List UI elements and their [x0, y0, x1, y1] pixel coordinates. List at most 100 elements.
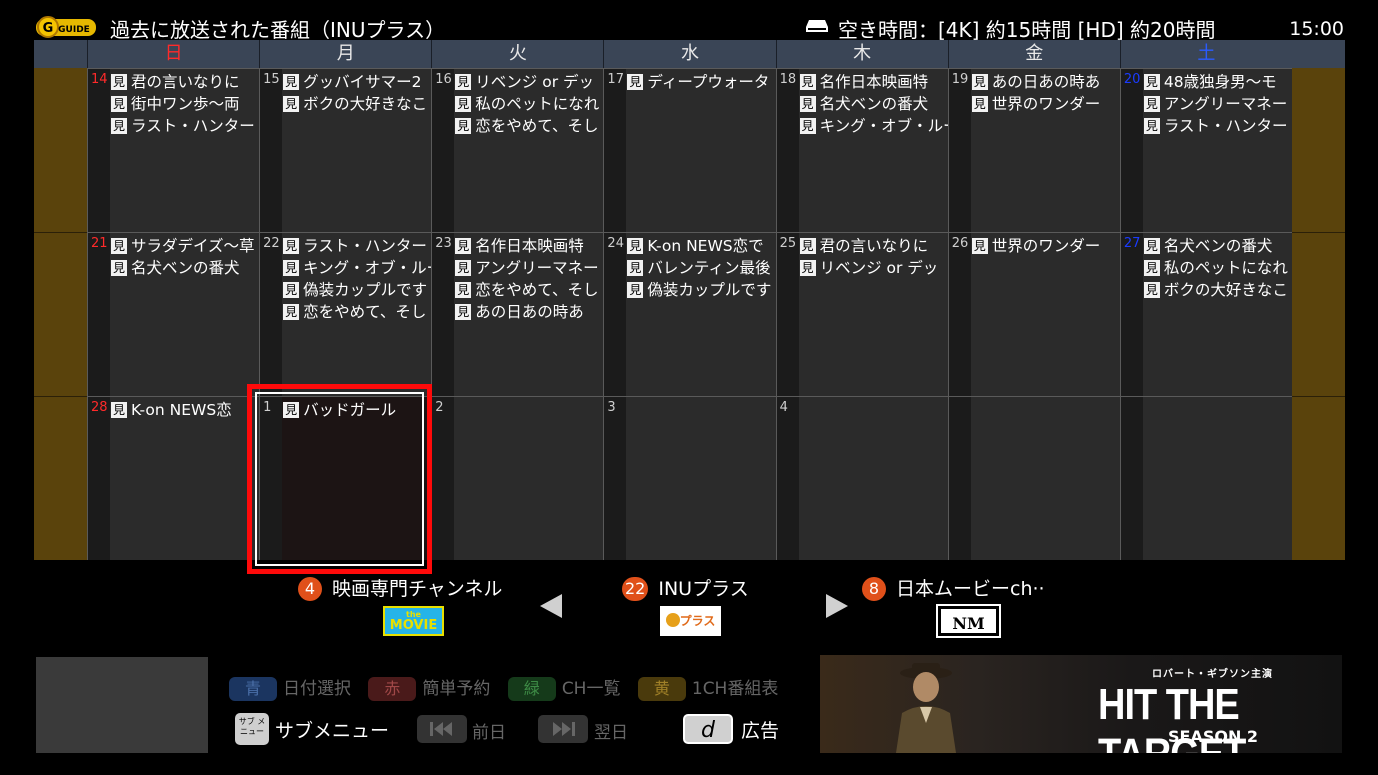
channel-prev-arrow-icon[interactable] — [540, 594, 562, 618]
submenu-key-icon[interactable]: サブ メニュー — [235, 713, 269, 745]
program-item[interactable]: 見街中ワン歩～両 — [111, 93, 259, 115]
program-item[interactable]: 見 48歳独身男～モ — [1143, 71, 1292, 93]
program-item[interactable]: 見私のペットになれ — [455, 93, 603, 115]
watched-mark-icon: 見 — [1143, 238, 1160, 254]
channel-prev[interactable]: 4 映画専門チャンネル — [298, 574, 502, 601]
day-cell[interactable]: 21 見サラダデイズ～草見名犬ベンの番犬 — [87, 232, 260, 396]
day-cell[interactable]: 20 見 48歳独身男～モ見アングリーマネー見ラスト・ハンター — [1119, 68, 1292, 232]
g-guide-logo: G GUIDE — [36, 14, 96, 40]
program-title: 偽装カップルです — [647, 281, 772, 299]
program-item[interactable]: 見キング・オブ・ルー — [283, 257, 431, 279]
program-item[interactable]: 見ボクの大好きなこ — [283, 93, 431, 115]
program-item[interactable]: 見グッバイサマー2 — [283, 71, 431, 93]
program-item[interactable]: 見君の言いなりに — [111, 71, 259, 93]
program-item[interactable]: 見あの日あの時あ — [971, 71, 1120, 93]
program-title: アングリーマネー — [475, 259, 599, 277]
day-number: 20 — [1123, 72, 1141, 87]
program-item[interactable]: 見名犬ベンの番犬 — [1143, 235, 1292, 257]
channel-next[interactable]: 8 日本ムービーch·· — [862, 574, 1045, 601]
day-cell[interactable]: 25 見君の言いなりに見リベンジ or デッ — [775, 232, 948, 396]
program-item[interactable]: 見偽装カップルです — [283, 279, 431, 301]
program-item[interactable]: 見恋をやめて、そし — [283, 301, 431, 323]
movie-channel-logo: the MOVIE — [383, 606, 444, 636]
day-cell[interactable]: 27 見名犬ベンの番犬見私のペットになれ見ボクの大好きなこ — [1119, 232, 1292, 396]
day-cell[interactable]: 24 見 K-on NEWS恋で見バレンティン最後見偽装カップルです — [603, 232, 776, 396]
watched-mark-icon: 見 — [627, 260, 644, 276]
program-item[interactable]: 見ディープウォータ — [627, 71, 775, 93]
weekday-3: 水 — [603, 40, 775, 68]
program-item[interactable]: 見名作日本映画特 — [455, 235, 603, 257]
program-item[interactable]: 見恋をやめて、そし — [455, 115, 603, 137]
prev-day-button[interactable] — [417, 715, 467, 743]
day-cell[interactable] — [947, 396, 1120, 560]
green-key[interactable]: 緑 — [507, 677, 556, 701]
day-cell[interactable]: 3 — [603, 396, 776, 560]
program-item[interactable]: 見ラスト・ハンター — [283, 235, 431, 257]
watched-mark-icon: 見 — [799, 260, 816, 276]
day-cell[interactable]: 23 見名作日本映画特見アングリーマネー見恋をやめて、そし見あの日あの時あ — [431, 232, 604, 396]
day-cell[interactable]: 4 — [775, 396, 948, 560]
program-item[interactable]: 見名犬ベンの番犬 — [111, 257, 259, 279]
day-cell[interactable]: 26 見世界のワンダー — [947, 232, 1120, 396]
program-item[interactable]: 見リベンジ or デッ — [799, 257, 948, 279]
day-number: 26 — [951, 236, 969, 251]
channel-name: 日本ムービーch·· — [896, 578, 1045, 600]
program-item[interactable]: 見ラスト・ハンター — [111, 115, 259, 137]
day-cell[interactable]: 15 見グッバイサマー2 見ボクの大好きなこ — [259, 68, 432, 232]
weekday-0: 日 — [87, 40, 259, 68]
day-cell[interactable]: 17 見ディープウォータ — [603, 68, 776, 232]
program-item[interactable]: 見ラスト・ハンター — [1143, 115, 1292, 137]
program-item[interactable]: 見リベンジ or デッ — [455, 71, 603, 93]
dow-bar-left — [34, 40, 87, 68]
program-item[interactable]: 見ボクの大好きなこ — [1143, 279, 1292, 301]
day-cell[interactable]: 28 見 K-on NEWS恋 — [87, 396, 260, 560]
program-item[interactable]: 見私のペットになれ — [1143, 257, 1292, 279]
day-cell[interactable]: 2 — [431, 396, 604, 560]
program-title: リベンジ or デッ — [819, 259, 939, 277]
program-item[interactable]: 見恋をやめて、そし — [455, 279, 603, 301]
svg-text:GUIDE: GUIDE — [58, 25, 90, 35]
day-cell[interactable]: 22 見ラスト・ハンター見キング・オブ・ルー見偽装カップルです見恋をやめて、そし — [259, 232, 432, 396]
program-item[interactable]: 見バレンティン最後 — [627, 257, 775, 279]
previous-week-scroll-area[interactable] — [34, 68, 87, 560]
program-item[interactable]: 見 K-on NEWS恋で — [627, 235, 775, 257]
d-button-icon[interactable]: d — [683, 714, 733, 744]
day-number: 16 — [435, 72, 452, 87]
program-item[interactable]: 見名犬ベンの番犬 — [799, 93, 948, 115]
day-cell[interactable]: 18 見名作日本映画特見名犬ベンの番犬見キング・オブ・ルー — [775, 68, 948, 232]
program-item[interactable]: 見サラダデイズ～草 — [111, 235, 259, 257]
program-item[interactable]: 見アングリーマネー — [455, 257, 603, 279]
blue-key[interactable]: 青 — [229, 677, 277, 701]
next-day-button[interactable] — [538, 715, 588, 743]
day-cell[interactable] — [1119, 396, 1292, 560]
program-item[interactable]: 見 K-on NEWS恋 — [111, 399, 259, 421]
day-number: 23 — [435, 236, 452, 251]
weekday-6: 土 — [1119, 40, 1292, 68]
program-title: 名作日本映画特 — [819, 73, 929, 91]
ad-subtitle: ロバート・ギブソン主演 — [1152, 669, 1273, 680]
hdd-icon — [805, 18, 829, 32]
channel-next-arrow-icon[interactable] — [826, 594, 848, 618]
program-item[interactable]: 見偽装カップルです — [627, 279, 775, 301]
program-item[interactable]: 見名作日本映画特 — [799, 71, 948, 93]
program-item[interactable]: 見世界のワンダー — [971, 235, 1120, 257]
program-item[interactable]: 見アングリーマネー — [1143, 93, 1292, 115]
program-item[interactable]: 見キング・オブ・ルー — [799, 115, 948, 137]
next-week-scroll-area[interactable] — [1292, 68, 1345, 560]
day-number: 27 — [1123, 236, 1141, 251]
watched-mark-icon: 見 — [799, 96, 816, 112]
red-key[interactable]: 赤 — [368, 677, 417, 701]
day-cell[interactable]: 14 見君の言いなりに見街中ワン歩～両見ラスト・ハンター — [87, 68, 260, 232]
day-cell[interactable]: 16 見リベンジ or デッ見私のペットになれ見恋をやめて、そし — [431, 68, 604, 232]
program-item[interactable]: 見君の言いなりに — [799, 235, 948, 257]
program-title: ラスト・ハンター — [1163, 117, 1288, 135]
program-item[interactable]: 見あの日あの時あ — [455, 301, 603, 323]
program-title: 恋をやめて、そし — [303, 303, 427, 321]
program-title: 名犬ベンの番犬 — [1163, 237, 1273, 255]
yellow-key[interactable]: 黄 — [637, 677, 686, 701]
watched-mark-icon: 見 — [971, 96, 988, 112]
program-item[interactable]: 見世界のワンダー — [971, 93, 1120, 115]
ad-banner[interactable]: ロバート・ギブソン主演 HIT THE TARGET SEASON 2 — [820, 655, 1342, 753]
watched-mark-icon: 見 — [627, 74, 644, 90]
day-cell[interactable]: 19 見あの日あの時あ見世界のワンダー — [947, 68, 1120, 232]
